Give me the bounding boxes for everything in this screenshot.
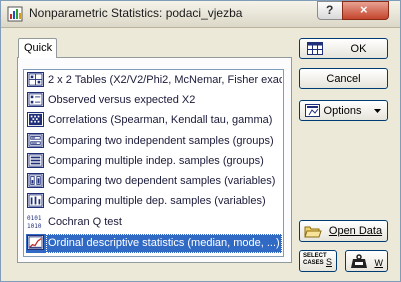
tab-quick-label: Quick [24, 42, 53, 54]
list-item-label: Observed versus expected X2 [48, 94, 196, 106]
weight-icon [351, 254, 367, 268]
svg-text:0101: 0101 [27, 215, 42, 222]
select-cases-line2: CASES [303, 260, 324, 266]
observed-expected-icon [27, 92, 44, 107]
summary-table-icon [307, 42, 323, 55]
list-item-label: 2 x 2 Tables (X2/V2/Phi2, McNemar, Fishe… [48, 74, 282, 86]
window-title: Nonparametric Statistics: podaci_vjezba [29, 6, 243, 20]
folder-open-icon [304, 226, 322, 238]
help-icon: ? [326, 3, 334, 17]
cancel-button[interactable]: Cancel [299, 68, 388, 89]
list-item-label: Comparing two dependent samples (variabl… [48, 175, 276, 187]
open-data-label: Open Data [328, 225, 383, 237]
multiple-variables-icon [27, 193, 44, 208]
help-button[interactable]: ? [317, 1, 343, 20]
analysis-list[interactable]: 2 x 2 Tables (X2/V2/Phi2, McNemar, Fishe… [23, 69, 284, 257]
weight-button[interactable]: W [345, 250, 388, 272]
list-item[interactable]: Comparing two independent samples (group… [26, 132, 282, 151]
weight-key: W [374, 258, 384, 268]
select-cases-label: SELECT CASES [303, 253, 327, 267]
select-cases-line1: SELECT [303, 253, 327, 259]
open-data-button[interactable]: Open Data [299, 220, 388, 242]
title-bar[interactable]: Nonparametric Statistics: podaci_vjezba … [1, 1, 400, 28]
list-item-selected[interactable]: Ordinal descriptive statistics (median, … [26, 234, 282, 253]
close-button[interactable]: × [342, 1, 389, 20]
focus-rect [46, 234, 282, 253]
select-cases-key: S [325, 257, 332, 267]
two-variables-icon [27, 173, 44, 188]
ok-label: OK [350, 43, 367, 55]
two-by-two-table-icon [27, 72, 44, 87]
ordinal-stats-icon [27, 235, 44, 250]
list-item[interactable]: Observed versus expected X2 [26, 91, 282, 110]
list-item[interactable]: Correlations (Spearman, Kendall tau, gam… [26, 111, 282, 130]
binary-data-icon: 01011010 [27, 214, 44, 229]
cancel-label: Cancel [326, 73, 361, 85]
options-button[interactable]: Options [299, 100, 388, 121]
multiple-groups-icon [27, 153, 44, 168]
list-item[interactable]: 0101 1010 Cochran Q test [26, 213, 282, 232]
dropdown-arrow-icon [374, 109, 381, 113]
list-item-label: Comparing two independent samples (group… [48, 135, 274, 147]
correlation-matrix-icon [27, 112, 44, 127]
options-icon [305, 104, 320, 117]
ok-button[interactable]: OK [299, 38, 388, 59]
select-cases-button[interactable]: SELECT CASES S [299, 250, 337, 272]
app-icon [7, 6, 23, 22]
two-groups-icon [27, 133, 44, 148]
options-label: Options [323, 105, 362, 117]
list-item-label: Comparing multiple dep. samples (variabl… [48, 195, 266, 207]
dialog-window: Nonparametric Statistics: podaci_vjezba … [0, 0, 401, 282]
tab-quick[interactable]: Quick [18, 38, 57, 58]
close-icon: × [360, 2, 368, 17]
svg-text:1010: 1010 [27, 223, 42, 229]
list-item[interactable]: Comparing multiple indep. samples (group… [26, 152, 282, 171]
list-item-label: Cochran Q test [48, 216, 122, 228]
list-item[interactable]: Comparing two dependent samples (variabl… [26, 172, 282, 191]
list-item[interactable]: 2 x 2 Tables (X2/V2/Phi2, McNemar, Fishe… [26, 71, 282, 90]
list-item[interactable]: Comparing multiple dep. samples (variabl… [26, 192, 282, 211]
list-item-label: Comparing multiple indep. samples (group… [48, 155, 264, 167]
list-item-label: Correlations (Spearman, Kendall tau, gam… [48, 114, 273, 126]
